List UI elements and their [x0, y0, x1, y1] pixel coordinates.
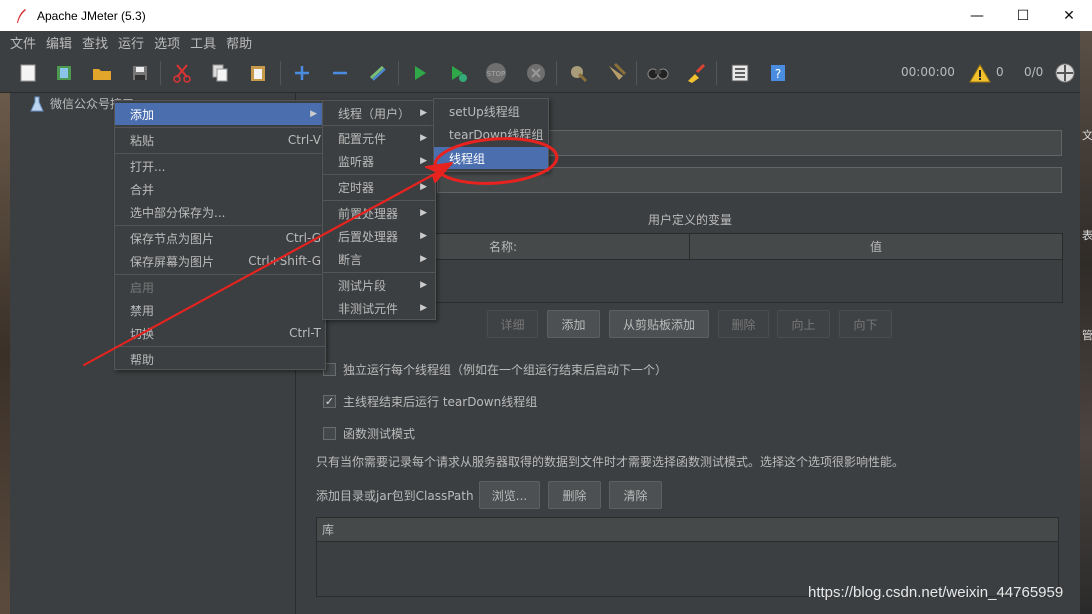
annotation-circle — [433, 137, 559, 185]
annotation-overlay — [83, 137, 559, 366]
annotation-arrow — [83, 162, 453, 366]
